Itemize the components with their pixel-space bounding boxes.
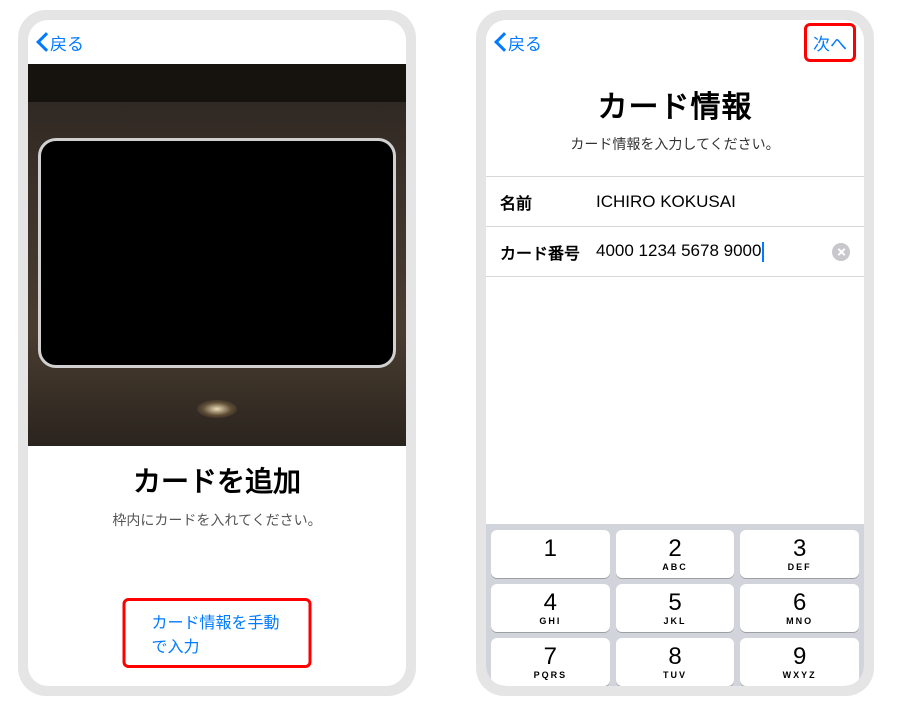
text-caret [762,242,764,262]
key-letters: GHI [539,616,561,626]
keypad-key-7[interactable]: 7PQRS [491,638,610,686]
name-field[interactable]: ICHIRO KOKUSAI [596,192,850,212]
key-digit: 5 [668,591,681,615]
card-number-field[interactable]: 4000 1234 5678 9000 [596,241,832,262]
chevron-left-icon [36,32,48,52]
screen-card-info: 戻る 次へ カード情報 カード情報を入力してください。 名前 ICHIRO KO… [486,20,864,686]
add-card-subtitle: 枠内にカードを入れてください。 [112,510,321,530]
key-digit: 6 [793,591,806,615]
spacer [486,277,864,524]
key-letters: PQRS [534,670,568,680]
name-row[interactable]: 名前 ICHIRO KOKUSAI [486,177,864,227]
manual-entry-highlight: カード情報を手動で入力 [123,598,312,668]
card-info-title: カード情報 [496,82,854,126]
key-letters: DEF [788,562,812,572]
phone-frame-right: 戻る 次へ カード情報 カード情報を入力してください。 名前 ICHIRO KO… [476,10,874,696]
camera-viewport [28,64,406,446]
card-scan-frame [38,138,396,368]
chevron-left-icon [494,32,506,52]
manual-entry-button[interactable]: カード情報を手動で入力 [152,609,283,657]
key-digit: 9 [793,645,806,669]
back-button[interactable]: 戻る [494,30,542,55]
key-digit: 2 [668,537,681,561]
keypad-key-2[interactable]: 2ABC [616,530,735,578]
card-number-value: 4000 1234 5678 9000 [596,241,761,260]
nav-bar: 戻る [28,20,406,64]
phone-frame-left: 戻る カードを追加 枠内にカードを入れてください。 カード情報を手動で入力 [18,10,416,696]
key-letters: WXYZ [783,670,817,680]
next-button-highlight: 次へ [804,23,856,62]
card-number-label: カード番号 [500,240,596,264]
nav-bar: 戻る 次へ [486,20,864,64]
key-letters: TUV [663,670,687,680]
screen-add-card: 戻る カードを追加 枠内にカードを入れてください。 カード情報を手動で入力 [28,20,406,686]
add-card-title: カードを追加 [133,460,301,500]
key-digit: 4 [544,591,557,615]
form: 名前 ICHIRO KOKUSAI カード番号 4000 1234 5678 9… [486,176,864,277]
name-label: 名前 [500,190,596,214]
numeric-keypad: 12ABC3DEF4GHI5JKL6MNO7PQRS8TUV9WXYZ [486,524,864,686]
next-button[interactable]: 次へ [813,30,847,55]
add-card-body: カードを追加 枠内にカードを入れてください。 カード情報を手動で入力 [28,446,406,686]
key-digit: 1 [544,537,557,561]
key-digit: 7 [544,645,557,669]
key-letters: ABC [662,562,688,572]
camera-flare [197,400,237,418]
camera-dark-strip [28,64,406,102]
clear-input-button[interactable] [832,243,850,261]
keypad-key-1[interactable]: 1 [491,530,610,578]
keypad-key-4[interactable]: 4GHI [491,584,610,632]
key-digit: 8 [668,645,681,669]
key-letters: MNO [786,616,813,626]
keypad-key-6[interactable]: 6MNO [740,584,859,632]
back-button[interactable]: 戻る [36,30,84,55]
key-letters: JKL [663,616,686,626]
keypad-key-5[interactable]: 5JKL [616,584,735,632]
key-digit: 3 [793,537,806,561]
keypad-key-3[interactable]: 3DEF [740,530,859,578]
keypad-key-9[interactable]: 9WXYZ [740,638,859,686]
card-number-row[interactable]: カード番号 4000 1234 5678 9000 [486,227,864,277]
card-info-subtitle: カード情報を入力してください。 [496,134,854,154]
keypad-key-8[interactable]: 8TUV [616,638,735,686]
card-info-header: カード情報 カード情報を入力してください。 [486,64,864,176]
